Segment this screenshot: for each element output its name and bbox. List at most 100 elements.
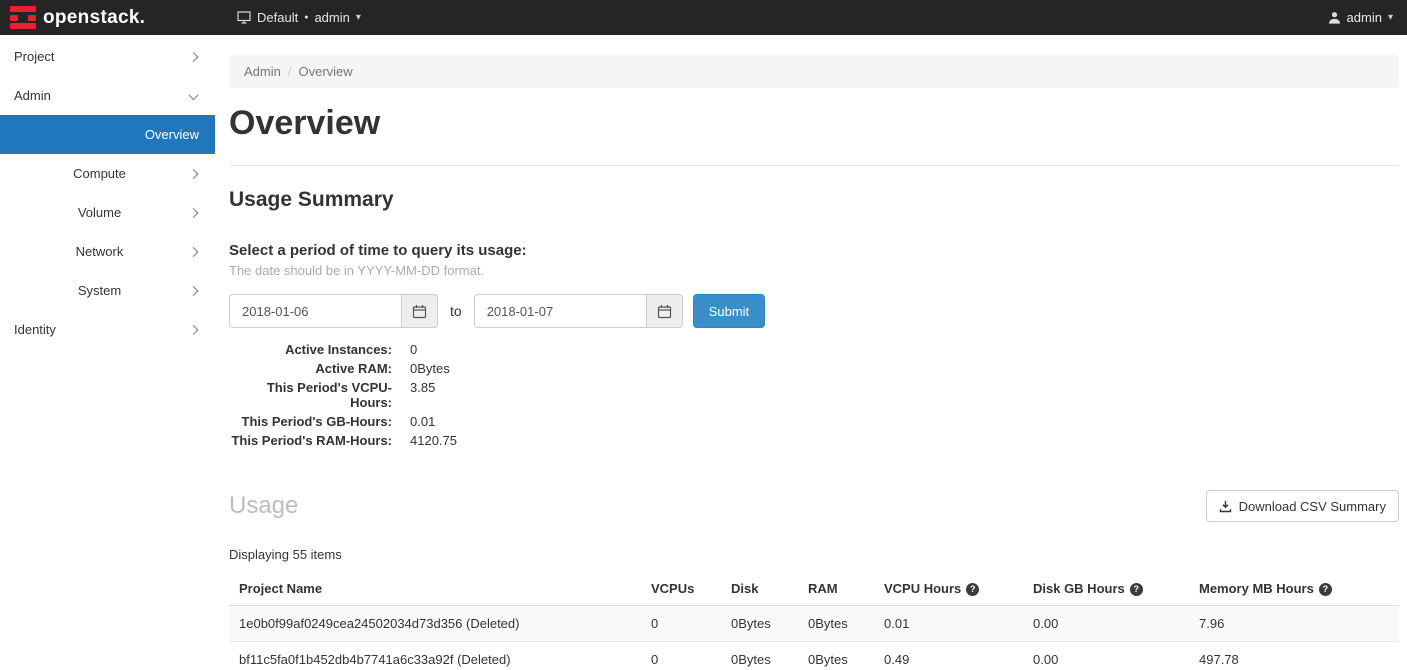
sidebar-item-label: Compute	[73, 166, 126, 181]
cell-vcpu-hours: 0.49	[874, 642, 1023, 670]
chevron-right-icon	[189, 286, 199, 296]
col-disk-gb-hours: Disk GB Hours?	[1023, 572, 1189, 606]
chevron-down-icon	[189, 90, 199, 100]
download-csv-label: Download CSV Summary	[1239, 499, 1386, 514]
stat-label: Active RAM:	[229, 361, 392, 376]
cell-memory-mb-hours: 7.96	[1189, 606, 1399, 642]
items-count: Displaying 55 items	[229, 547, 1399, 562]
cell-disk: 0Bytes	[721, 606, 798, 642]
cell-vcpus: 0	[641, 642, 721, 670]
usage-heading: Usage	[229, 492, 298, 520]
separator-dot-icon: ●	[304, 14, 308, 21]
cell-vcpus: 0	[641, 606, 721, 642]
cell-disk: 0Bytes	[721, 642, 798, 670]
date-format-hint: The date should be in YYYY-MM-DD format.	[229, 263, 1399, 278]
stat-value: 3.85	[410, 380, 1399, 410]
stat-value: 0.01	[410, 414, 1399, 429]
calendar-button[interactable]	[646, 294, 683, 328]
col-disk: Disk	[721, 572, 798, 606]
help-icon[interactable]: ?	[966, 583, 979, 596]
caret-down-icon: ▾	[1388, 12, 1393, 23]
calendar-button[interactable]	[401, 294, 438, 328]
col-vcpu-hours: VCPU Hours?	[874, 572, 1023, 606]
divider	[229, 165, 1399, 166]
usage-summary-heading: Usage Summary	[229, 188, 1399, 212]
sidebar-item-label: Admin	[14, 88, 51, 103]
download-csv-button[interactable]: Download CSV Summary	[1206, 490, 1399, 522]
brand-home-link[interactable]: openstack.	[0, 6, 215, 29]
date-to-input[interactable]	[474, 294, 646, 328]
sidebar-item-identity[interactable]: Identity	[0, 310, 215, 349]
breadcrumb-separator: /	[288, 64, 292, 79]
cell-ram: 0Bytes	[798, 642, 874, 670]
sidebar-item-label: Overview	[145, 127, 199, 142]
breadcrumb-admin-link[interactable]: Admin	[244, 64, 281, 79]
stat-label: This Period's VCPU-Hours:	[229, 380, 392, 410]
col-project-name: Project Name	[229, 572, 641, 606]
stat-label: This Period's GB-Hours:	[229, 414, 392, 429]
sidebar-item-label: System	[78, 283, 121, 298]
cell-project-name: 1e0b0f99af0249cea24502034d73d356 (Delete…	[229, 606, 641, 642]
calendar-icon	[412, 304, 427, 319]
sidebar-item-admin[interactable]: Admin	[0, 76, 215, 115]
period-prompt: Select a period of time to query its usa…	[229, 242, 1399, 259]
usage-panel-header: Usage Download CSV Summary	[229, 490, 1399, 522]
sidebar-item-volume[interactable]: Volume	[0, 193, 215, 232]
table-header-row: Project Name VCPUs Disk RAM VCPU Hours? …	[229, 572, 1399, 606]
breadcrumb: Admin / Overview	[229, 55, 1399, 88]
stat-value: 0Bytes	[410, 361, 1399, 376]
domain-label: Default	[257, 10, 298, 25]
sidebar-item-label: Network	[76, 244, 124, 259]
usage-stats: Active Instances: 0 Active RAM: 0Bytes T…	[229, 342, 1399, 448]
sidebar-item-label: Project	[14, 49, 54, 64]
sidebar-item-compute[interactable]: Compute	[0, 154, 215, 193]
monitor-icon	[237, 11, 251, 24]
table-row: bf11c5fa0f1b452db4b7741a6c33a92f (Delete…	[229, 642, 1399, 670]
calendar-icon	[657, 304, 672, 319]
cell-vcpu-hours: 0.01	[874, 606, 1023, 642]
table-row: 1e0b0f99af0249cea24502034d73d356 (Delete…	[229, 606, 1399, 642]
main-content: Admin / Overview Overview Usage Summary …	[215, 35, 1407, 670]
stat-label: Active Instances:	[229, 342, 392, 357]
chevron-right-icon	[189, 52, 199, 62]
page-title: Overview	[229, 104, 1399, 143]
sidebar-item-label: Volume	[78, 205, 121, 220]
cell-project-name: bf11c5fa0f1b452db4b7741a6c33a92f (Delete…	[229, 642, 641, 670]
openstack-logo-icon	[10, 6, 36, 29]
sidebar-item-label: Identity	[14, 322, 56, 337]
date-range-form: to Submit	[229, 294, 1399, 328]
chevron-right-icon	[189, 208, 199, 218]
date-from-group	[229, 294, 438, 328]
current-project-label: admin	[314, 10, 349, 25]
cell-ram: 0Bytes	[798, 606, 874, 642]
help-icon[interactable]: ?	[1130, 583, 1143, 596]
cell-disk-gb-hours: 0.00	[1023, 606, 1189, 642]
brand-wordmark: openstack.	[43, 7, 145, 29]
submit-button[interactable]: Submit	[693, 294, 765, 328]
to-label: to	[450, 303, 462, 319]
col-memory-mb-hours: Memory MB Hours?	[1189, 572, 1399, 606]
cell-disk-gb-hours: 0.00	[1023, 642, 1189, 670]
chevron-right-icon	[189, 325, 199, 335]
stat-value: 0	[410, 342, 1399, 357]
breadcrumb-current: Overview	[298, 64, 352, 79]
download-icon	[1219, 500, 1232, 513]
help-icon[interactable]: ?	[1319, 583, 1332, 596]
sidebar-item-system[interactable]: System	[0, 271, 215, 310]
col-vcpus: VCPUs	[641, 572, 721, 606]
cell-memory-mb-hours: 497.78	[1189, 642, 1399, 670]
sidebar-item-project[interactable]: Project	[0, 37, 215, 76]
usage-table: Project Name VCPUs Disk RAM VCPU Hours? …	[229, 572, 1399, 670]
user-menu[interactable]: admin ▾	[1328, 10, 1407, 25]
domain-project-switcher[interactable]: Default ● admin ▾	[237, 10, 361, 25]
sidebar-item-network[interactable]: Network	[0, 232, 215, 271]
date-from-input[interactable]	[229, 294, 401, 328]
user-name: admin	[1347, 10, 1382, 25]
caret-down-icon: ▾	[356, 12, 361, 23]
col-ram: RAM	[798, 572, 874, 606]
date-to-group	[474, 294, 683, 328]
top-navbar: openstack. Default ● admin ▾ admin ▾	[0, 0, 1407, 35]
sidebar-item-overview[interactable]: Overview	[0, 115, 215, 154]
user-icon	[1328, 11, 1341, 24]
chevron-right-icon	[189, 247, 199, 257]
